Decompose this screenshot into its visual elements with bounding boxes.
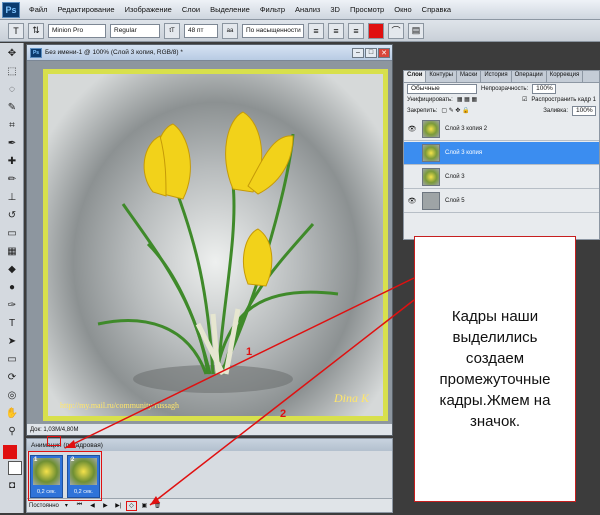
instruction-callout: Кадры наши выделились создаем промежуточ…	[414, 236, 576, 502]
instruction-text: Кадры наши выделились создаем промежуточ…	[439, 308, 551, 430]
marker-one: 1	[246, 346, 253, 358]
marker-two: 2	[280, 408, 287, 420]
